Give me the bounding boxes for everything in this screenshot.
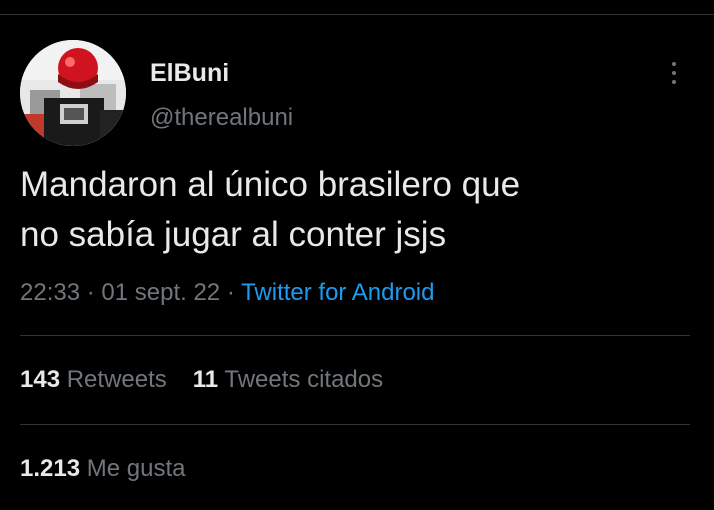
avatar-image bbox=[20, 40, 126, 146]
tweet-date[interactable]: 01 sept. 22 bbox=[101, 279, 220, 306]
more-dot bbox=[672, 71, 676, 75]
more-dot bbox=[672, 80, 676, 84]
tweet-source-link[interactable]: Twitter for Android bbox=[241, 279, 434, 306]
tweet-meta: 22:33 · 01 sept. 22 · Twitter for Androi… bbox=[20, 278, 434, 308]
likes-label: Me gusta bbox=[86, 455, 186, 482]
meta-separator: · bbox=[80, 279, 102, 306]
divider bbox=[20, 424, 690, 425]
meta-separator: · bbox=[220, 279, 242, 306]
divider bbox=[20, 335, 690, 336]
retweets-label: Retweets bbox=[66, 366, 167, 393]
stats-row: 143 Retweets 11 Tweets citados bbox=[20, 365, 383, 395]
quote-tweets-label: Tweets citados bbox=[224, 366, 384, 393]
quote-tweets-count: 11 bbox=[192, 366, 219, 393]
top-divider bbox=[0, 14, 714, 15]
likes-count: 1.213 bbox=[20, 455, 81, 482]
likes-stat[interactable]: 1.213 Me gusta bbox=[20, 455, 185, 482]
retweets-stat[interactable]: 143 Retweets bbox=[20, 366, 167, 393]
quote-tweets-stat[interactable]: 11 Tweets citados bbox=[193, 366, 383, 393]
avatar[interactable] bbox=[20, 40, 126, 146]
tweet-text-line: no sabía jugar al conter jsjs bbox=[20, 215, 447, 254]
tweet-time[interactable]: 22:33 bbox=[20, 279, 80, 306]
author-display-name[interactable]: ElBuni bbox=[150, 58, 229, 88]
retweets-count: 143 bbox=[20, 366, 61, 393]
author-handle[interactable]: @therealbuni bbox=[150, 103, 293, 133]
more-dot bbox=[672, 62, 676, 66]
tweet-text: Mandaron al único brasilero que no sabía… bbox=[20, 160, 700, 260]
likes-row: 1.213 Me gusta bbox=[20, 454, 185, 484]
more-options-icon[interactable] bbox=[662, 58, 686, 88]
tweet-text-line: Mandaron al único brasilero que bbox=[20, 165, 521, 204]
